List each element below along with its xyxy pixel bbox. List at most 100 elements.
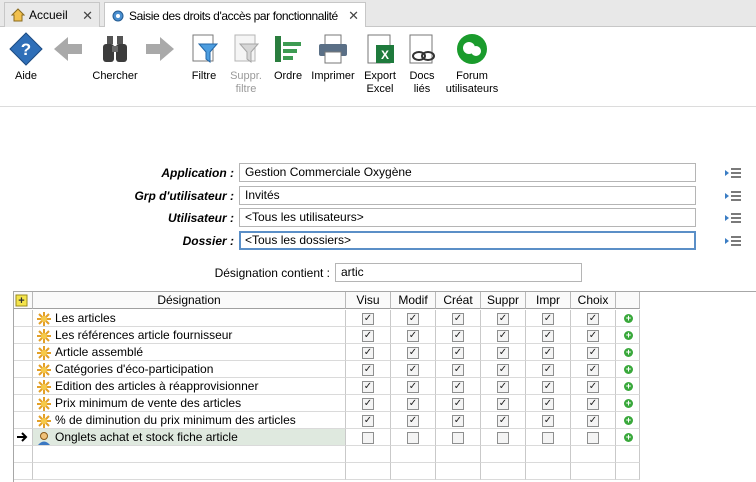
list-select-icon[interactable] xyxy=(724,166,742,180)
add-icon[interactable]: + xyxy=(624,348,633,357)
list-select-icon[interactable] xyxy=(724,189,742,203)
permission-checkbox[interactable]: ✓ xyxy=(452,381,464,393)
utilisateur-field[interactable]: <Tous les utilisateurs> xyxy=(239,208,696,227)
permission-checkbox[interactable]: ✓ xyxy=(497,415,509,427)
row-selector[interactable] xyxy=(14,361,33,378)
table-row[interactable]: % de diminution du prix minimum des arti… xyxy=(14,412,756,429)
permission-checkbox[interactable]: ✓ xyxy=(497,381,509,393)
permission-checkbox[interactable]: ✓ xyxy=(542,313,554,325)
aide-button[interactable]: ? Aide xyxy=(6,32,46,83)
filtre-button[interactable]: Filtre xyxy=(188,32,220,83)
table-row[interactable]: Prix minimum de vente des articles ✓ ✓ ✓ ✓ ✓ ✓… xyxy=(14,395,756,412)
permission-checkbox[interactable] xyxy=(407,432,419,444)
back-button[interactable] xyxy=(50,32,86,70)
col-header-creat[interactable]: Créat xyxy=(436,292,481,309)
tab-saisie-droits[interactable]: Saisie des droits d'accès par fonctionna… xyxy=(104,2,366,28)
permission-checkbox[interactable]: ✓ xyxy=(497,398,509,410)
permission-checkbox[interactable] xyxy=(497,432,509,444)
permission-checkbox[interactable]: ✓ xyxy=(362,330,374,342)
row-selector[interactable] xyxy=(14,310,33,327)
permission-checkbox[interactable]: ✓ xyxy=(362,364,374,376)
chercher-button[interactable]: Chercher xyxy=(90,32,140,83)
table-row[interactable]: Article assemblé ✓ ✓ ✓ ✓ ✓ ✓ + xyxy=(14,344,756,361)
row-selector[interactable] xyxy=(14,412,33,429)
col-header-choix[interactable]: Choix xyxy=(571,292,616,309)
permission-checkbox[interactable]: ✓ xyxy=(452,313,464,325)
list-select-icon[interactable] xyxy=(724,234,742,248)
permission-checkbox[interactable] xyxy=(452,432,464,444)
forum-button[interactable]: Forum utilisateurs xyxy=(444,32,500,96)
designation-cell[interactable]: Catégories d'éco-participation xyxy=(33,361,346,378)
row-selector[interactable] xyxy=(14,395,33,412)
docs-lies-button[interactable]: Docs liés xyxy=(402,32,442,96)
application-field[interactable]: Gestion Commerciale Oxygène xyxy=(239,163,696,182)
permission-checkbox[interactable]: ✓ xyxy=(407,330,419,342)
permission-checkbox[interactable]: ✓ xyxy=(452,364,464,376)
col-header-designation[interactable]: Désignation xyxy=(33,292,346,309)
permission-checkbox[interactable]: ✓ xyxy=(587,381,599,393)
permission-checkbox[interactable]: ✓ xyxy=(542,381,554,393)
permission-checkbox[interactable]: ✓ xyxy=(542,364,554,376)
row-selector[interactable] xyxy=(14,429,33,446)
add-icon[interactable]: + xyxy=(624,365,633,374)
permission-checkbox[interactable]: ✓ xyxy=(362,398,374,410)
permission-checkbox[interactable]: ✓ xyxy=(452,347,464,359)
table-row[interactable]: Catégories d'éco-participation ✓ ✓ ✓ ✓ ✓ ✓ + xyxy=(14,361,756,378)
permission-checkbox[interactable]: ✓ xyxy=(362,347,374,359)
row-selector[interactable] xyxy=(14,378,33,395)
row-selector[interactable] xyxy=(14,463,33,480)
add-icon[interactable]: + xyxy=(624,314,633,323)
row-selector[interactable] xyxy=(14,344,33,361)
permission-checkbox[interactable]: ✓ xyxy=(407,313,419,325)
permission-checkbox[interactable]: ✓ xyxy=(497,313,509,325)
permission-checkbox[interactable]: ✓ xyxy=(587,415,599,427)
permission-checkbox[interactable]: ✓ xyxy=(407,364,419,376)
permission-checkbox[interactable] xyxy=(587,432,599,444)
permission-checkbox[interactable]: ✓ xyxy=(542,398,554,410)
add-icon[interactable]: + xyxy=(624,433,633,442)
permission-checkbox[interactable] xyxy=(542,432,554,444)
table-row[interactable]: Edition des articles à réapprovisionner ✓… xyxy=(14,378,756,395)
tab-accueil[interactable]: Accueil ✕ xyxy=(4,2,100,27)
close-icon[interactable]: ✕ xyxy=(348,8,359,24)
col-header-modif[interactable]: Modif xyxy=(391,292,436,309)
designation-cell[interactable]: Prix minimum de vente des articles xyxy=(33,395,346,412)
permission-checkbox[interactable]: ✓ xyxy=(587,364,599,376)
permission-checkbox[interactable]: ✓ xyxy=(497,364,509,376)
imprimer-button[interactable]: Imprimer xyxy=(310,32,356,83)
permission-checkbox[interactable]: ✓ xyxy=(587,330,599,342)
permission-checkbox[interactable]: ✓ xyxy=(587,398,599,410)
permission-checkbox[interactable]: ✓ xyxy=(497,347,509,359)
permission-checkbox[interactable]: ✓ xyxy=(362,415,374,427)
permission-checkbox[interactable] xyxy=(362,432,374,444)
permission-checkbox[interactable]: ✓ xyxy=(407,415,419,427)
permission-checkbox[interactable]: ✓ xyxy=(362,313,374,325)
forward-button[interactable] xyxy=(142,32,178,70)
close-icon[interactable]: ✕ xyxy=(82,8,93,24)
permission-checkbox[interactable]: ✓ xyxy=(587,313,599,325)
permission-checkbox[interactable]: ✓ xyxy=(362,381,374,393)
permission-checkbox[interactable]: ✓ xyxy=(587,347,599,359)
designation-cell[interactable]: Article assemblé xyxy=(33,344,346,361)
row-selector[interactable] xyxy=(14,446,33,463)
permission-checkbox[interactable]: ✓ xyxy=(497,330,509,342)
list-select-icon[interactable] xyxy=(724,211,742,225)
permission-checkbox[interactable]: ✓ xyxy=(542,347,554,359)
designation-cell[interactable]: Les références article fournisseur xyxy=(33,327,346,344)
grid-add-column-button[interactable]: + xyxy=(14,292,33,309)
permission-checkbox[interactable]: ✓ xyxy=(452,330,464,342)
export-excel-button[interactable]: X Export Excel xyxy=(360,32,400,96)
ordre-button[interactable]: Ordre xyxy=(270,32,306,83)
dossier-field[interactable]: <Tous les dossiers> xyxy=(239,231,696,250)
designation-cell[interactable]: % de diminution du prix minimum des arti… xyxy=(33,412,346,429)
permission-checkbox[interactable]: ✓ xyxy=(452,398,464,410)
designation-contient-field[interactable]: artic xyxy=(335,263,582,282)
col-header-impr[interactable]: Impr xyxy=(526,292,571,309)
col-header-visu[interactable]: Visu xyxy=(346,292,391,309)
permission-checkbox[interactable]: ✓ xyxy=(542,330,554,342)
permission-checkbox[interactable]: ✓ xyxy=(407,398,419,410)
add-icon[interactable]: + xyxy=(624,331,633,340)
permission-checkbox[interactable]: ✓ xyxy=(452,415,464,427)
table-row[interactable]: Les références article fournisseur ✓ ✓ ✓ ✓ ✓ ✓… xyxy=(14,327,756,344)
permission-checkbox[interactable]: ✓ xyxy=(542,415,554,427)
